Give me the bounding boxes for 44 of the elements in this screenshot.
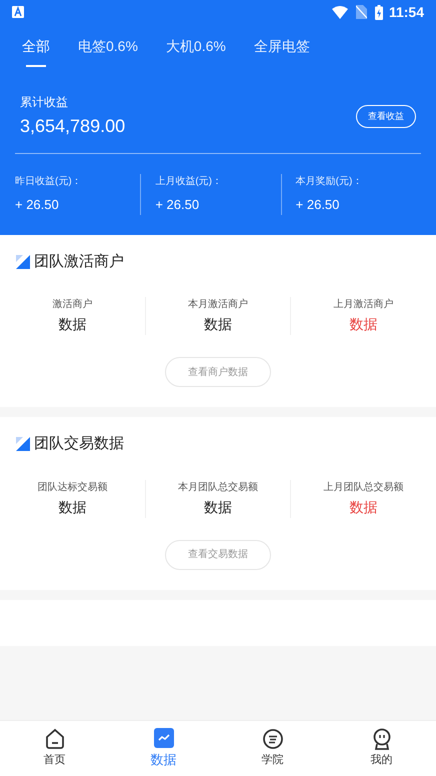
stat-value: + 26.50 — [155, 196, 200, 214]
notification-icon — [12, 6, 24, 18]
nav-tab[interactable]: 我的 — [327, 728, 436, 769]
section-title: 团队激活商户 — [34, 252, 124, 272]
metric-value: 数据 — [204, 315, 232, 334]
category-tab[interactable]: 大机0.6% — [166, 36, 226, 67]
corner-triangle-icon — [16, 254, 30, 269]
total-earnings-label: 累计收益 — [20, 94, 69, 111]
metric-label: 团队达标交易额 — [37, 480, 108, 494]
section-title: 团队交易数据 — [34, 434, 124, 454]
stat-value: + 26.50 — [296, 196, 340, 214]
metric-label: 激活商户 — [52, 298, 92, 312]
stat-label: 本月奖励(元)： — [296, 174, 364, 189]
home-icon — [44, 728, 66, 750]
metric-label: 上月激活商户 — [334, 298, 394, 312]
circle-lines-icon — [262, 728, 284, 750]
metric-label: 本月团队总交易额 — [178, 480, 258, 494]
total-earnings-amount: 3,654,789.00 — [20, 115, 126, 138]
no-sim-icon — [356, 5, 367, 19]
nav-tab[interactable]: 首页 — [0, 728, 109, 769]
chart-icon — [154, 728, 174, 748]
category-tab[interactable]: 全部 — [22, 36, 50, 67]
category-tab[interactable]: 电签0.6% — [78, 36, 138, 67]
metric-label: 上月团队总交易额 — [324, 480, 404, 494]
status-time: 11:54 — [388, 2, 424, 22]
nav-tab[interactable]: 数据 — [109, 728, 218, 770]
stat-value: + 26.50 — [15, 196, 60, 214]
metric-value: 数据 — [204, 498, 232, 516]
category-tab[interactable]: 全屏电签 — [254, 36, 310, 67]
wifi-icon — [332, 6, 348, 18]
stat-label: 上月收益(元)： — [155, 174, 223, 189]
metric-value: 数据 — [350, 498, 378, 516]
view-data-button[interactable]: 查看商户数据 — [165, 357, 271, 387]
battery-charging-icon — [374, 4, 383, 20]
metric-value: 数据 — [58, 498, 86, 516]
view-earnings-button[interactable]: 查看收益 — [356, 104, 416, 128]
nav-tab[interactable]: 学院 — [218, 728, 327, 769]
metric-value: 数据 — [350, 315, 378, 334]
view-data-button[interactable]: 查看交易数据 — [165, 540, 271, 570]
metric-label: 本月激活商户 — [188, 298, 248, 312]
profile-icon — [370, 728, 392, 750]
metric-value: 数据 — [58, 315, 86, 334]
stat-label: 昨日收益(元)： — [15, 175, 83, 189]
corner-triangle-icon — [16, 437, 30, 452]
